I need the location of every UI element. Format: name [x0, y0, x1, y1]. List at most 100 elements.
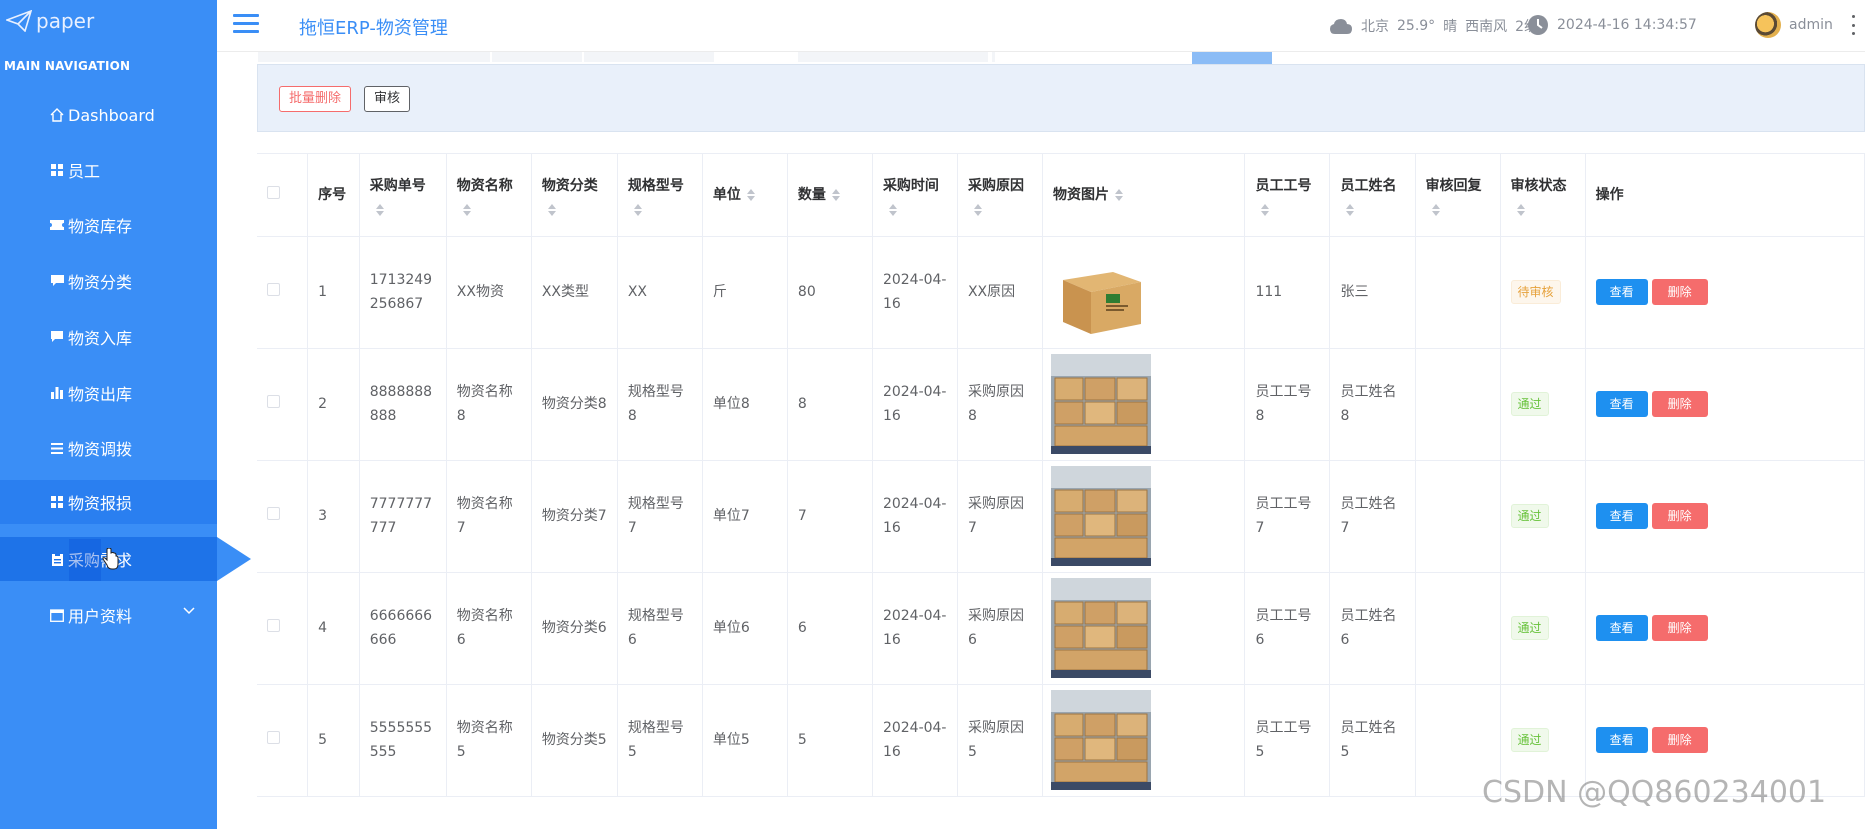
col-header-qty[interactable]: 数量 [787, 154, 873, 237]
audit-button[interactable]: 审核 [364, 86, 411, 112]
select-all-checkbox-cell[interactable] [257, 154, 309, 237]
weather-wind: 西南风 [1465, 19, 1508, 35]
delete-button[interactable]: 删除 [1651, 279, 1708, 305]
cell-time: 2024-04-16 [872, 236, 958, 349]
sidebar-item-label: 物资报损 [68, 494, 133, 513]
row-checkbox[interactable] [267, 731, 280, 744]
view-button[interactable]: 查看 [1595, 615, 1648, 641]
col-header-order-no[interactable]: 采购单号 [359, 154, 447, 237]
table-row[interactable]: 3 7777777777 物资名称7 物资分类7 规格型号7 单位7 7 2024-04-16… [257, 460, 1865, 573]
product-image[interactable] [1051, 354, 1151, 454]
sidebar-item-category[interactable]: 物资分类 [0, 255, 217, 307]
cell-image [1042, 460, 1246, 573]
cell-category: 物资分类7 [531, 460, 618, 573]
col-header-emp-no[interactable]: 员工工号 [1244, 154, 1331, 237]
delete-button[interactable]: 删除 [1651, 615, 1708, 641]
col-header-time[interactable]: 采购时间 [872, 154, 958, 237]
delete-button[interactable]: 删除 [1651, 391, 1708, 417]
paper-plane-icon [6, 10, 32, 32]
select-all-checkbox[interactable] [267, 185, 280, 199]
col-header-index: 序号 [307, 154, 360, 237]
sidebar-item-employees[interactable]: 员工 [0, 144, 217, 196]
cell-emp-name: 张三 [1329, 236, 1416, 349]
view-button[interactable]: 查看 [1595, 503, 1648, 529]
sort-icon [462, 203, 471, 216]
grid-icon [50, 495, 64, 509]
view-button[interactable]: 查看 [1595, 727, 1648, 753]
status-badge: 待审核 [1510, 280, 1561, 304]
cell-emp-no: 员工工号6 [1244, 572, 1331, 685]
row-checkbox[interactable] [267, 507, 280, 520]
col-header-name[interactable]: 物资名称 [446, 154, 532, 237]
table-header-row: 序号 采购单号 物资名称 物资分类 规格型号 单位 数量 采购时间 采购原因 物… [257, 154, 1865, 237]
username[interactable]: admin [1789, 17, 1833, 33]
cell-audit-status: 通过 [1500, 460, 1586, 573]
col-header-spec[interactable]: 规格型号 [617, 154, 703, 237]
col-header-unit[interactable]: 单位 [702, 154, 788, 237]
avatar[interactable] [1755, 12, 1781, 38]
sidebar-item-stock-in[interactable]: 物资入库 [0, 311, 217, 363]
sidebar-item-inventory[interactable]: 物资库存 [0, 199, 217, 251]
delete-button[interactable]: 删除 [1651, 503, 1708, 529]
logo[interactable]: paper [6, 6, 94, 36]
sort-icon [1346, 203, 1355, 216]
user-menu[interactable]: admin [1755, 12, 1859, 38]
nav-section-title: MAIN NAVIGATION [4, 59, 131, 73]
row-checkbox[interactable] [267, 395, 280, 408]
action-toolbar: 批量删除 审核 [257, 64, 1865, 132]
table-row[interactable]: 1 1713249256867 XX物资 XX类型 XX 斤 80 2024-04-16 XX原… [257, 236, 1865, 349]
table-row[interactable]: 4 6666666666 物资名称6 物资分类6 规格型号6 单位6 6 2024-04-16… [257, 572, 1865, 685]
app-title: 拖恒ERP-物资管理 [299, 18, 448, 39]
col-header-ops: 操作 [1585, 154, 1865, 237]
view-button[interactable]: 查看 [1595, 391, 1648, 417]
row-checkbox[interactable] [267, 283, 280, 296]
table-row[interactable]: 2 8888888888 物资名称8 物资分类8 规格型号8 单位8 8 2024-04-16… [257, 348, 1865, 461]
row-checkbox-cell[interactable] [257, 572, 309, 685]
col-header-audit-reply[interactable]: 审核回复 [1415, 154, 1501, 237]
row-checkbox-cell[interactable] [257, 236, 309, 349]
batch-delete-button[interactable]: 批量删除 [279, 86, 352, 112]
weather-temp: 25.9° [1397, 18, 1436, 34]
sidebar-item-damage[interactable]: 物资报损 [0, 480, 217, 524]
cell-emp-no: 员工工号8 [1244, 348, 1331, 461]
sidebar-item-user-profile[interactable]: 用户资料 [0, 589, 217, 641]
sidebar-item-label: 物资调拨 [68, 440, 133, 459]
row-checkbox[interactable] [267, 619, 280, 632]
cell-unit: 单位5 [702, 684, 788, 797]
sort-icon [633, 203, 642, 216]
home-icon [50, 108, 64, 122]
col-header-emp-name[interactable]: 员工姓名 [1329, 154, 1416, 237]
row-checkbox-cell[interactable] [257, 460, 309, 573]
sidebar-item-label: 物资库存 [68, 217, 133, 236]
sort-icon [973, 203, 982, 216]
chevron-down-icon[interactable] [183, 607, 195, 615]
row-checkbox-cell[interactable] [257, 348, 309, 461]
sidebar-item-stock-out[interactable]: 物资出库 [0, 367, 217, 419]
cell-order-no: 8888888888 [359, 348, 447, 461]
row-checkbox-cell[interactable] [257, 684, 309, 797]
product-image[interactable] [1051, 242, 1151, 342]
col-header-category[interactable]: 物资分类 [531, 154, 618, 237]
menu-toggle-icon[interactable] [233, 14, 259, 34]
sort-icon [888, 203, 897, 216]
col-header-reason[interactable]: 采购原因 [957, 154, 1044, 237]
cell-spec: 规格型号5 [617, 684, 703, 797]
cell-image [1042, 572, 1246, 685]
delete-button[interactable]: 删除 [1651, 727, 1708, 753]
sidebar-item-dashboard[interactable]: Dashboard [0, 89, 217, 141]
cell-audit-reply [1415, 460, 1501, 573]
product-image[interactable] [1051, 578, 1151, 678]
sidebar-item-transfer[interactable]: 物资调拨 [0, 422, 217, 474]
weather-condition: 晴 [1443, 19, 1458, 35]
product-image[interactable] [1051, 466, 1151, 566]
col-header-audit-status[interactable]: 审核状态 [1500, 154, 1586, 237]
view-button[interactable]: 查看 [1595, 279, 1648, 305]
cell-name: 物资名称8 [446, 348, 532, 461]
sidebar: paper MAIN NAVIGATION Dashboard 员工 物资库存 … [0, 0, 217, 829]
ticket-icon [50, 218, 64, 232]
cell-reason: 采购原因6 [957, 572, 1044, 685]
col-header-image[interactable]: 物资图片 [1042, 154, 1246, 237]
more-vertical-icon[interactable] [1849, 15, 1859, 35]
grid-icon [50, 163, 64, 177]
product-image[interactable] [1051, 690, 1151, 790]
